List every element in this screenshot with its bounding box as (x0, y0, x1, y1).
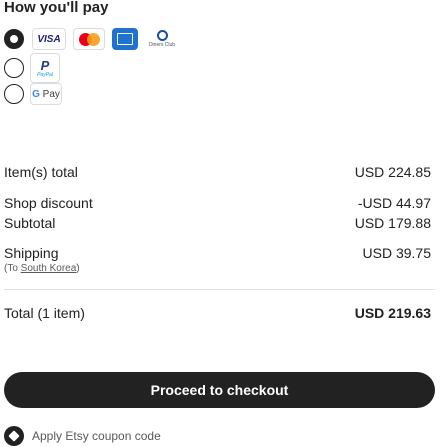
shop-discount-label: Shop discount (4, 195, 93, 211)
items-total-value: USD 224.85 (354, 164, 431, 180)
subtotal-label: Subtotal (4, 215, 56, 231)
shop-discount-row: Shop discount -USD 44.97 (4, 195, 431, 211)
shipping-row: Shipping USD 39.75 (4, 245, 431, 261)
subtotal-value: USD 179.88 (354, 215, 431, 231)
payment-section-title: How you'll pay (4, 0, 109, 16)
card-radio-button[interactable] (4, 29, 24, 49)
paypal-logo: P PayPal (30, 53, 60, 83)
visa-logo: VISA (32, 28, 66, 50)
mastercard-logo (73, 28, 105, 50)
payment-option-gpay[interactable]: G Pay (4, 83, 62, 105)
google-pay-logo: G Pay (30, 83, 62, 105)
gpay-radio-button[interactable] (4, 84, 24, 104)
total-row: Total (1 item) USD 219.63 (4, 305, 431, 321)
checkout-payment-panel: How you'll pay VISA Diners Club P PayPal… (0, 0, 447, 447)
summary-divider (4, 289, 435, 290)
paypal-radio-button[interactable] (4, 58, 24, 78)
coupon-tag-icon (4, 426, 24, 446)
proceed-to-checkout-button[interactable]: Proceed to checkout (4, 372, 435, 408)
total-value: USD 219.63 (354, 305, 431, 321)
items-total-label: Item(s) total (4, 164, 78, 180)
shipping-destination: (To South Korea) (4, 263, 80, 274)
shipping-label: Shipping (4, 245, 59, 261)
items-total-row: Item(s) total USD 224.85 (4, 164, 431, 180)
diners-club-logo: Diners Club (145, 28, 179, 50)
shipping-country-link[interactable]: South Korea (21, 263, 77, 274)
coupon-label[interactable]: Apply Etsy coupon code (32, 429, 161, 443)
shipping-value: USD 39.75 (362, 245, 431, 261)
subtotal-row: Subtotal USD 179.88 (4, 215, 431, 231)
total-label: Total (1 item) (4, 305, 85, 321)
apply-coupon-link[interactable]: Apply Etsy coupon code (4, 426, 161, 446)
amex-logo (112, 28, 138, 50)
shop-discount-value: -USD 44.97 (357, 195, 431, 211)
payment-option-paypal[interactable]: P PayPal (4, 53, 60, 83)
payment-option-card[interactable]: VISA Diners Club (4, 28, 179, 50)
